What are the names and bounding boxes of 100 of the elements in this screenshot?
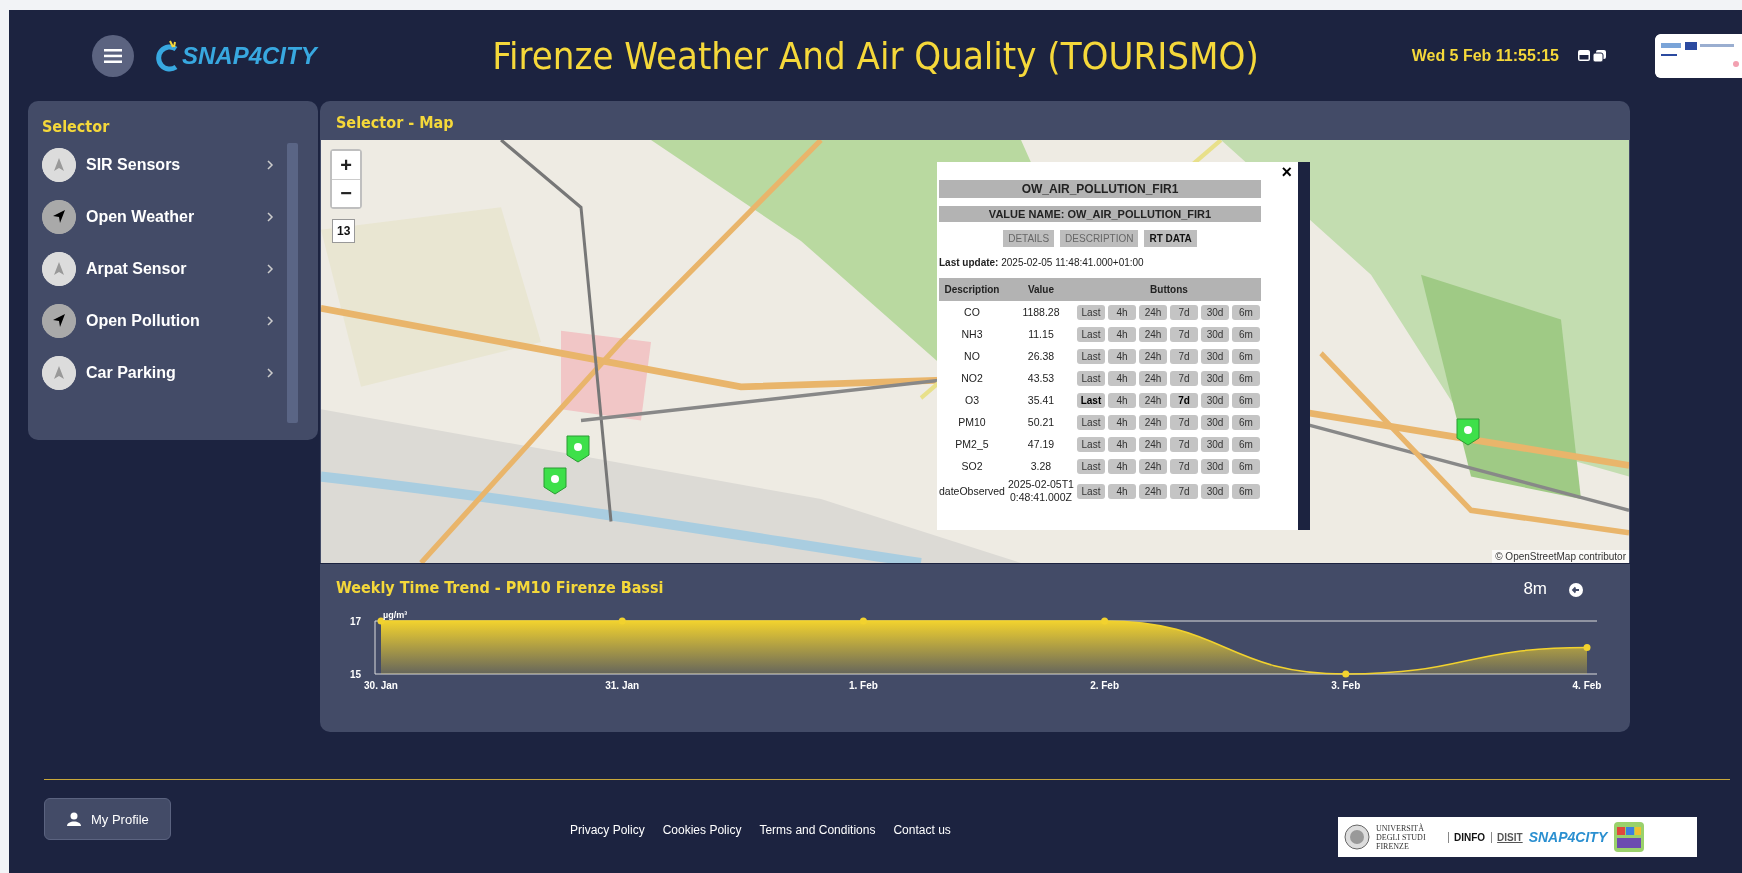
popup-tab[interactable]: RT DATA	[1144, 230, 1197, 247]
range-button[interactable]: 4h	[1107, 436, 1136, 452]
footer-link[interactable]: Privacy Policy	[570, 823, 645, 837]
column-header: Buttons	[1076, 278, 1261, 301]
range-button[interactable]: 30d	[1200, 348, 1229, 364]
pointer-icon	[42, 304, 76, 338]
zoom-out-button[interactable]: −	[332, 179, 360, 207]
range-button[interactable]: Last	[1076, 414, 1105, 430]
selector-item[interactable]: Car Parking	[42, 356, 274, 390]
range-button[interactable]: Last	[1076, 458, 1105, 474]
range-button[interactable]: 24h	[1138, 370, 1167, 386]
range-button[interactable]: Last	[1076, 304, 1105, 320]
range-button[interactable]: 4h	[1107, 483, 1136, 499]
selector-item[interactable]: SIR Sensors	[42, 148, 274, 182]
map-marker-icon[interactable]	[566, 435, 590, 463]
seal-icon	[1344, 824, 1370, 850]
logo-icon	[154, 38, 180, 73]
range-button[interactable]: 24h	[1138, 414, 1167, 430]
range-button[interactable]: 7d	[1169, 370, 1198, 386]
window-icon[interactable]	[1577, 48, 1607, 63]
chevron-icon	[266, 368, 274, 378]
range-label: 8m	[1523, 579, 1547, 599]
table-cell-text: PM10	[957, 415, 987, 430]
range-button[interactable]: 30d	[1200, 370, 1229, 386]
table-cell: 2025-02-05T10:48:41.000Z	[1004, 477, 1077, 505]
scrollbar[interactable]	[287, 143, 298, 423]
range-button[interactable]: 7d	[1169, 436, 1198, 452]
range-button[interactable]: 6m	[1231, 436, 1260, 452]
range-button[interactable]: 7d	[1169, 348, 1198, 364]
range-button[interactable]: 24h	[1138, 348, 1167, 364]
range-button[interactable]: 24h	[1138, 483, 1167, 499]
table-cell: 43.53	[1004, 367, 1077, 389]
date-time: Wed 5 Feb 11:55:15	[1411, 46, 1559, 65]
triangle-icon	[42, 252, 76, 286]
range-button[interactable]: 6m	[1231, 483, 1260, 499]
selector-item[interactable]: Open Weather	[42, 200, 274, 234]
range-button[interactable]: 6m	[1231, 370, 1260, 386]
range-button[interactable]: Last	[1076, 370, 1105, 386]
range-button[interactable]: Last	[1076, 483, 1105, 499]
range-button[interactable]: 7d	[1169, 458, 1198, 474]
range-button[interactable]: 30d	[1200, 436, 1229, 452]
range-button[interactable]: 30d	[1200, 392, 1229, 408]
selector-item[interactable]: Open Pollution	[42, 304, 274, 338]
footer-link[interactable]: Contact us	[893, 823, 951, 837]
range-button[interactable]: 6m	[1231, 348, 1260, 364]
panel-title: Weekly Time Trend - PM10 Firenze Bassi	[336, 578, 664, 597]
chevron-icon	[266, 264, 274, 274]
range-button[interactable]: Last	[1076, 326, 1105, 342]
range-button[interactable]: 24h	[1138, 326, 1167, 342]
range-button[interactable]: 30d	[1200, 458, 1229, 474]
back-arrow-icon[interactable]	[1569, 583, 1583, 597]
user-icon	[67, 812, 81, 826]
range-button[interactable]: 30d	[1200, 304, 1229, 320]
close-button[interactable]: ×	[1281, 164, 1292, 180]
range-button[interactable]: 7d	[1169, 304, 1198, 320]
footer-link[interactable]: Cookies Policy	[662, 823, 742, 837]
range-button[interactable]: 24h	[1138, 304, 1167, 320]
table-cell: 11.15	[1004, 323, 1077, 345]
range-button[interactable]: 7d	[1169, 414, 1198, 430]
chevron-icon	[266, 212, 274, 222]
range-button[interactable]: 24h	[1138, 458, 1167, 474]
range-button[interactable]: 6m	[1231, 326, 1260, 342]
range-button[interactable]: 7d	[1169, 392, 1198, 408]
menu-button[interactable]	[92, 34, 134, 77]
range-button[interactable]: 30d	[1200, 483, 1229, 499]
range-button[interactable]: Last	[1076, 392, 1105, 408]
range-button[interactable]: 24h	[1138, 436, 1167, 452]
range-button[interactable]: 7d	[1169, 483, 1198, 499]
selector-item[interactable]: Arpat Sensor	[42, 252, 274, 286]
profile-button[interactable]: My Profile	[44, 798, 171, 840]
range-button[interactable]: 4h	[1107, 414, 1136, 430]
range-button[interactable]: 30d	[1200, 326, 1229, 342]
range-button[interactable]: 4h	[1107, 326, 1136, 342]
range-button[interactable]: 6m	[1231, 414, 1260, 430]
range-button[interactable]: 6m	[1231, 392, 1260, 408]
map-marker-icon[interactable]	[1456, 418, 1480, 446]
scrollbar[interactable]	[1298, 162, 1310, 530]
range-button[interactable]: 4h	[1107, 392, 1136, 408]
range-button[interactable]: Last	[1076, 348, 1105, 364]
range-button[interactable]: 24h	[1138, 392, 1167, 408]
range-button[interactable]: 4h	[1107, 458, 1136, 474]
footer-link[interactable]: Terms and Conditions	[759, 823, 876, 837]
range-button[interactable]: 4h	[1107, 304, 1136, 320]
map-attribution: © OpenStreetMap contributor	[1492, 550, 1629, 563]
table-cell: 26.38	[1004, 345, 1077, 367]
logo-text: UNIVERSITÀ DEGLI STUDI FIRENZE	[1376, 823, 1427, 851]
range-button[interactable]: 4h	[1107, 370, 1136, 386]
range-button[interactable]: Last	[1076, 436, 1105, 452]
table-cell: 3.28	[1004, 455, 1077, 477]
x-tick-label: 31. Jan	[605, 680, 640, 691]
y-axis-unit: µg/m³	[383, 610, 408, 620]
dashboard-title: Firenze Weather And Air Quality (TOURISMO)	[492, 33, 1259, 78]
range-button[interactable]: 6m	[1231, 304, 1260, 320]
range-button[interactable]: 6m	[1231, 458, 1260, 474]
table-cell: CO	[939, 301, 1005, 323]
range-button[interactable]: 7d	[1169, 326, 1198, 342]
map-marker-icon[interactable]	[543, 467, 567, 495]
logo-text: DISIT	[1491, 831, 1523, 843]
range-button[interactable]: 30d	[1200, 414, 1229, 430]
range-button[interactable]: 4h	[1107, 348, 1136, 364]
